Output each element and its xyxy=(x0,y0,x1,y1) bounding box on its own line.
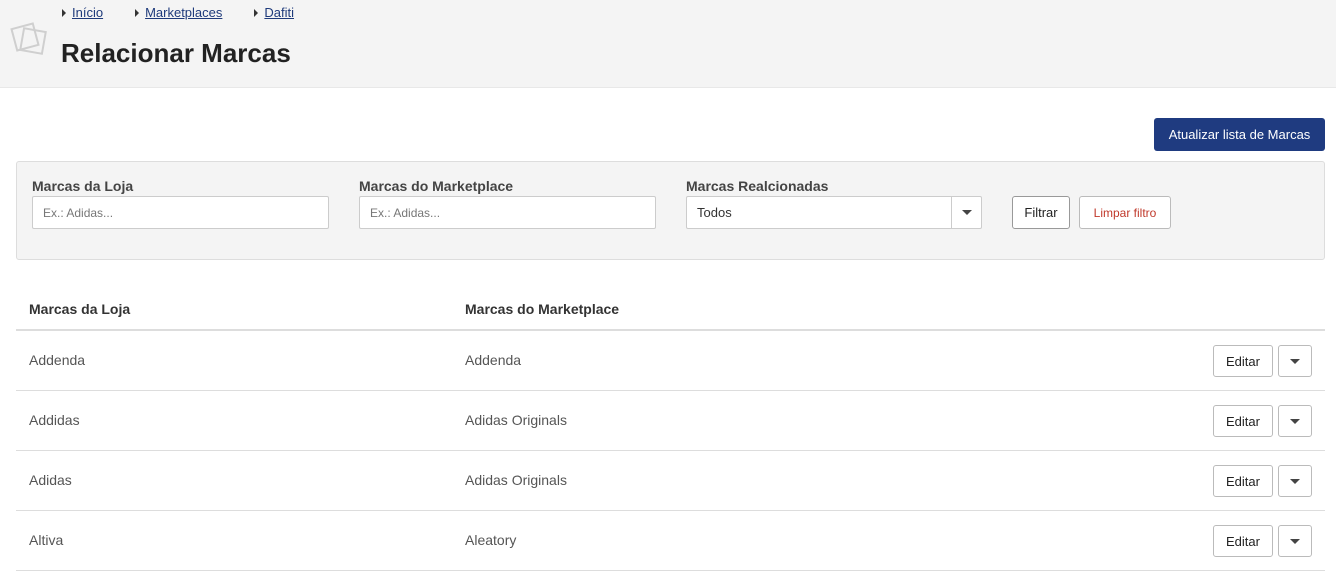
breadcrumb-link-dafiti[interactable]: Dafiti xyxy=(264,5,294,20)
related-brand-select-value: Todos xyxy=(697,205,732,220)
filter-button[interactable]: Filtrar xyxy=(1012,196,1070,229)
page-header: Início Marketplaces Dafiti Relacionar Ma… xyxy=(0,0,1336,88)
column-header-marketplace-brand: Marcas do Marketplace xyxy=(465,301,620,317)
tags-icon xyxy=(10,22,47,55)
marketplace-brand-cell: Addenda xyxy=(465,352,522,368)
marketplace-brand-label: Marcas do Marketplace xyxy=(359,178,514,194)
store-brand-input[interactable] xyxy=(32,196,329,229)
update-brands-button[interactable]: Atualizar lista de Marcas xyxy=(1154,118,1325,151)
table-row: Altiva Aleatory Editar xyxy=(16,511,1325,571)
edit-button[interactable]: Editar xyxy=(1213,405,1273,437)
chevron-down-icon xyxy=(1290,538,1300,544)
marketplace-brand-filter: Marcas do Marketplace xyxy=(359,178,656,229)
store-brand-cell: Addenda xyxy=(29,352,86,368)
store-brand-cell: Addidas xyxy=(29,412,80,428)
store-brand-label: Marcas da Loja xyxy=(32,178,134,194)
store-brand-cell: Altiva xyxy=(29,532,64,548)
row-actions-dropdown[interactable] xyxy=(1278,405,1312,437)
caret-right-icon xyxy=(254,8,259,17)
table-header: Marcas da Loja Marcas do Marketplace xyxy=(16,290,1325,331)
edit-button[interactable]: Editar xyxy=(1213,345,1273,377)
brands-table: Marcas da Loja Marcas do Marketplace Add… xyxy=(16,290,1325,571)
edit-button[interactable]: Editar xyxy=(1213,525,1273,557)
page-title: Relacionar Marcas xyxy=(61,38,291,68)
table-row: Addenda Addenda Editar xyxy=(16,331,1325,391)
caret-right-icon xyxy=(62,8,66,17)
select-arrow[interactable] xyxy=(951,197,981,228)
related-brand-select[interactable]: Todos xyxy=(686,196,982,229)
related-brand-filter: Marcas Realcionadas Todos xyxy=(686,178,982,229)
row-actions-dropdown[interactable] xyxy=(1278,345,1312,377)
breadcrumb-link-marketplaces[interactable]: Marketplaces xyxy=(145,5,222,20)
breadcrumb: Início Marketplaces Dafiti xyxy=(62,5,326,20)
chevron-down-icon xyxy=(961,210,972,215)
filter-panel: Marcas da Loja Marcas do Marketplace Mar… xyxy=(16,161,1325,260)
edit-button[interactable]: Editar xyxy=(1213,465,1273,497)
row-actions-dropdown[interactable] xyxy=(1278,465,1312,497)
chevron-down-icon xyxy=(1290,358,1300,364)
chevron-down-icon xyxy=(1290,418,1300,424)
column-header-store-brand: Marcas da Loja xyxy=(29,301,131,317)
marketplace-brand-cell: Aleatory xyxy=(465,532,517,548)
marketplace-brand-input[interactable] xyxy=(359,196,656,229)
store-brand-cell: Adidas xyxy=(29,472,72,488)
caret-right-icon xyxy=(135,8,140,17)
row-actions-dropdown[interactable] xyxy=(1278,525,1312,557)
store-brand-filter: Marcas da Loja xyxy=(32,178,329,229)
chevron-down-icon xyxy=(1290,478,1300,484)
marketplace-brand-cell: Adidas Originals xyxy=(465,472,567,488)
clear-filter-button[interactable]: Limpar filtro xyxy=(1079,196,1171,229)
related-brand-label: Marcas Realcionadas xyxy=(686,178,829,194)
table-row: Adidas Adidas Originals Editar xyxy=(16,451,1325,511)
table-row: Addidas Adidas Originals Editar xyxy=(16,391,1325,451)
marketplace-brand-cell: Adidas Originals xyxy=(465,412,567,428)
breadcrumb-link-inicio[interactable]: Início xyxy=(72,5,103,20)
